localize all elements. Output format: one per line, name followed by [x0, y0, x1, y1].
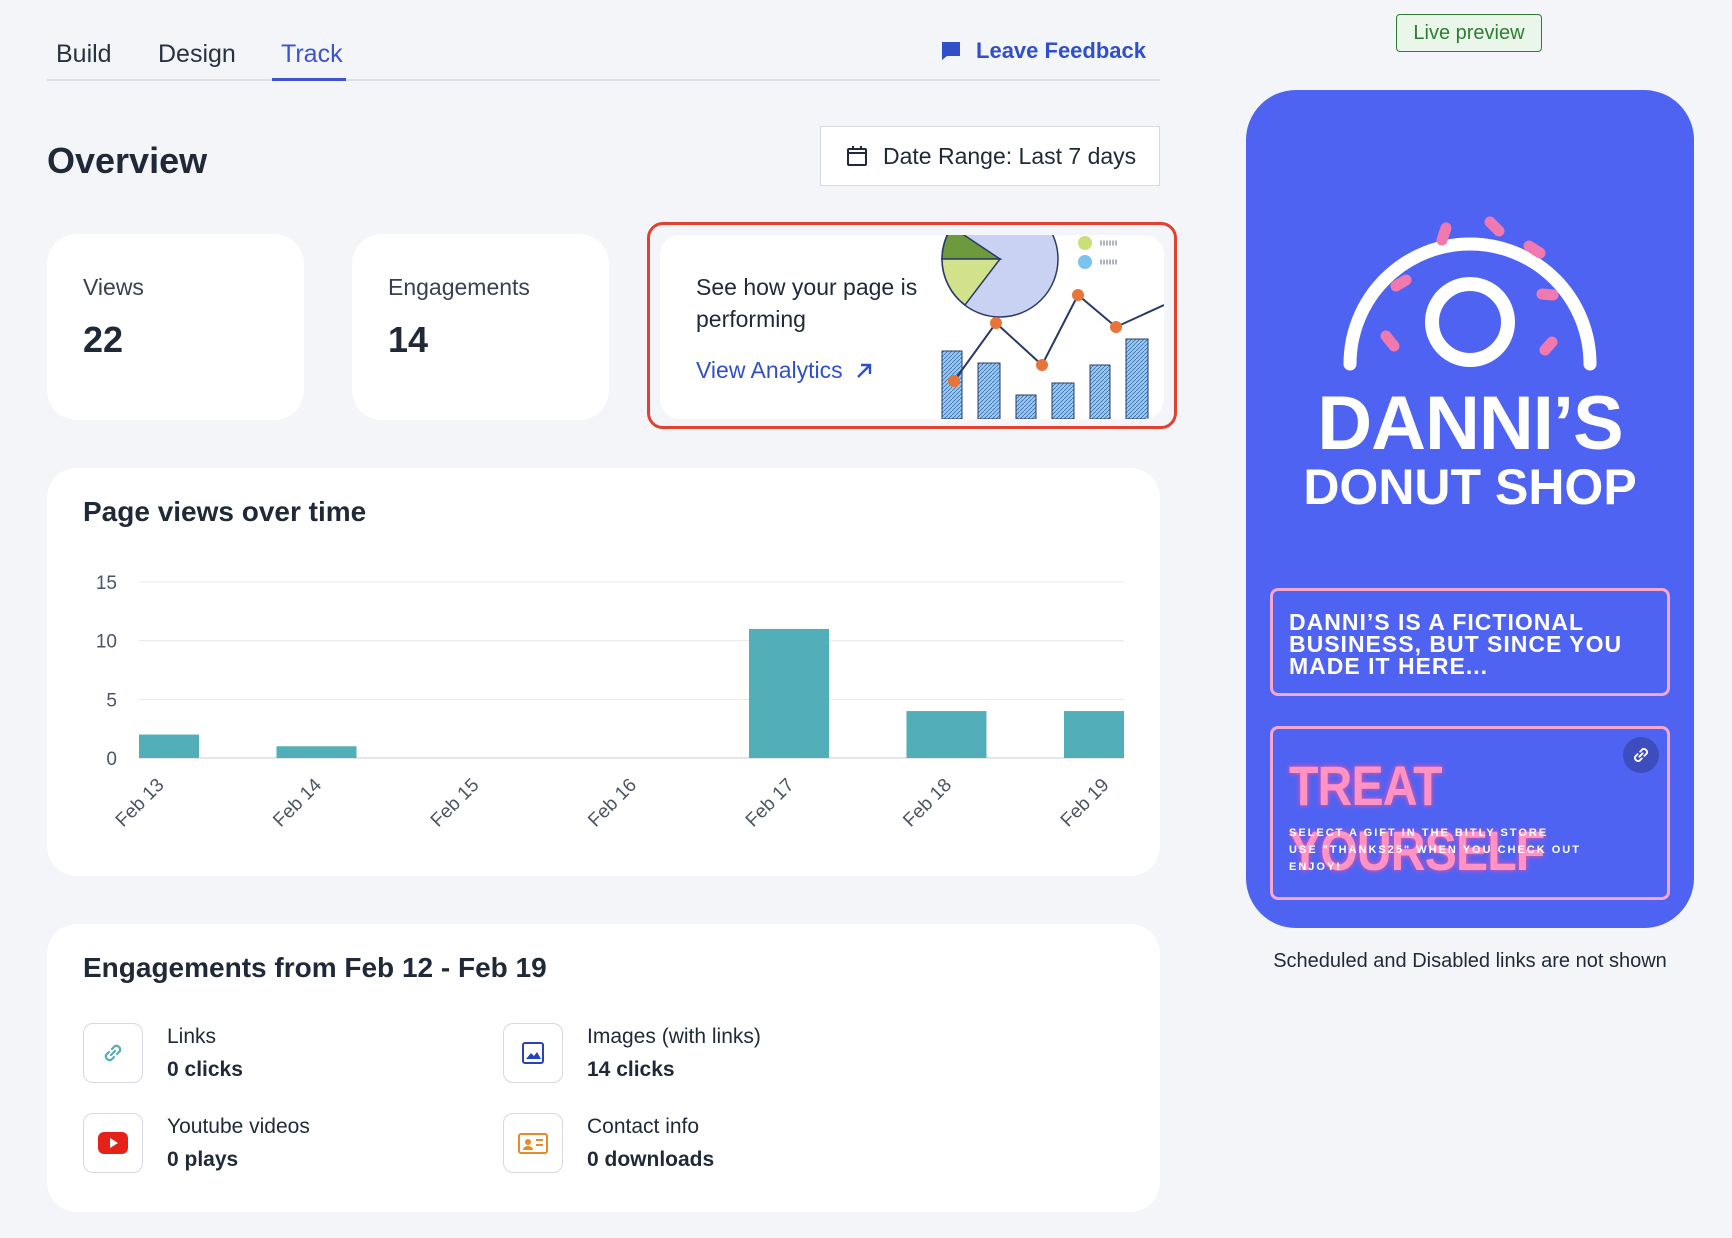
y-tick-label: 5: [106, 690, 117, 711]
leave-feedback-link[interactable]: Leave Feedback: [940, 38, 1146, 64]
link-icon: [83, 1023, 143, 1083]
x-tick-label: Feb 17: [742, 775, 799, 832]
x-tick-label: Feb 13: [112, 775, 169, 832]
treat-line: SELECT A GIFT IN THE BITLY STORE: [1289, 827, 1549, 839]
engagements-breakdown-card: Engagements from Feb 12 - Feb 19 Links 0…: [47, 924, 1160, 1212]
views-label: Views: [83, 274, 144, 300]
x-tick-label: Feb 19: [1057, 775, 1114, 832]
analytics-promo-card: See how your page is performing View Ana…: [660, 235, 1164, 419]
phone-preview: DANNI’S DONUT SHOP DANNI’S IS A FICTIONA…: [1246, 90, 1694, 928]
x-tick-label: Feb 14: [269, 774, 326, 831]
view-analytics-link[interactable]: View Analytics: [696, 357, 873, 384]
engagement-youtube: Youtube videos 0 plays: [83, 1113, 310, 1173]
top-tabs: Build Design Track Leave Feedback: [47, 28, 1160, 81]
engagements-breakdown-title: Engagements from Feb 12 - Feb 19: [83, 952, 547, 983]
views-card: Views 22: [47, 234, 304, 420]
live-preview-badge: Live preview: [1396, 14, 1542, 52]
page-views-chart: 0 5 10 15 Feb 13 Feb 14 Feb 15 Feb 16 Feb 17 Feb …: [96, 573, 1124, 832]
engagement-value: 0 downloads: [587, 1148, 715, 1171]
analytics-illustration: [941, 235, 1164, 419]
youtube-icon: [83, 1113, 143, 1173]
page-views-card: Page views over time 0 5 10 15 Feb 13 Feb 14 F…: [47, 468, 1160, 876]
preview-link-treat-yourself[interactable]: TREAT YOURSELF SELECT A GIFT IN THE BITL…: [1270, 726, 1670, 900]
engagement-contact: Contact info 0 downloads: [503, 1113, 714, 1173]
views-value: 22: [83, 319, 124, 360]
date-range-label: Date Range: Last 7 days: [883, 142, 1137, 169]
engagement-value: 0 clicks: [167, 1058, 243, 1081]
promo-text: See how your page is performing: [696, 274, 918, 332]
bar: [749, 628, 829, 758]
calendar-icon: [847, 146, 867, 166]
page-title: Overview: [47, 140, 208, 181]
leave-feedback-label: Leave Feedback: [976, 38, 1146, 63]
link-icon[interactable]: [1623, 737, 1659, 773]
engagement-value: 0 plays: [167, 1148, 239, 1171]
y-tick-label: 10: [96, 632, 117, 653]
link-text-line: DANNI’S IS A FICTIONAL: [1289, 609, 1585, 635]
tab-design[interactable]: Design: [158, 40, 236, 69]
link-text-line: BUSINESS, BUT SINCE YOU: [1289, 631, 1623, 657]
preview-link-fictional[interactable]: DANNI’S IS A FICTIONAL BUSINESS, BUT SIN…: [1270, 588, 1670, 696]
image-icon: [503, 1023, 563, 1083]
preview-note: Scheduled and Disabled links are not sho…: [1273, 950, 1667, 972]
date-range-button[interactable]: Date Range: Last 7 days: [820, 126, 1160, 186]
analytics-promo-highlight: See how your page is performing View Ana…: [647, 222, 1177, 429]
brand-name: DANNI’S: [1317, 381, 1623, 466]
bar: [1064, 711, 1124, 758]
x-tick-label: Feb 15: [427, 775, 484, 832]
engagements-value: 14: [388, 319, 429, 360]
engagements-card: Engagements 14: [352, 234, 609, 420]
engagement-images: Images (with links) 14 clicks: [503, 1023, 761, 1083]
treat-line: USE "THANKS25" WHEN YOU CHECK OUT: [1289, 844, 1581, 856]
bar: [276, 746, 357, 758]
view-analytics-label: View Analytics: [696, 357, 843, 383]
engagements-label: Engagements: [388, 274, 530, 300]
contact-card-icon: [503, 1113, 563, 1173]
feedback-icon: [942, 42, 961, 60]
engagement-value: 14 clicks: [587, 1058, 675, 1081]
tab-track[interactable]: Track: [281, 40, 343, 69]
link-text-line: MADE IT HERE...: [1289, 653, 1489, 679]
treat-line: ENJOY!: [1289, 861, 1342, 873]
engagement-links: Links 0 clicks: [83, 1023, 243, 1083]
tab-build[interactable]: Build: [56, 40, 112, 69]
bar: [906, 711, 987, 758]
y-tick-label: 15: [96, 573, 117, 594]
y-tick-label: 0: [106, 749, 117, 770]
engagement-label: Youtube videos: [167, 1115, 310, 1138]
donut-logo: [1343, 216, 1597, 371]
engagement-label: Contact info: [587, 1115, 700, 1138]
x-tick-label: Feb 16: [584, 775, 641, 832]
x-tick-label: Feb 18: [899, 775, 956, 832]
external-arrow-icon: [856, 363, 871, 378]
brand-subtitle: DONUT SHOP: [1303, 459, 1637, 515]
active-tab-indicator: [272, 78, 346, 81]
engagement-label: Links: [167, 1025, 217, 1048]
bar: [139, 734, 199, 758]
engagement-label: Images (with links): [587, 1025, 761, 1048]
